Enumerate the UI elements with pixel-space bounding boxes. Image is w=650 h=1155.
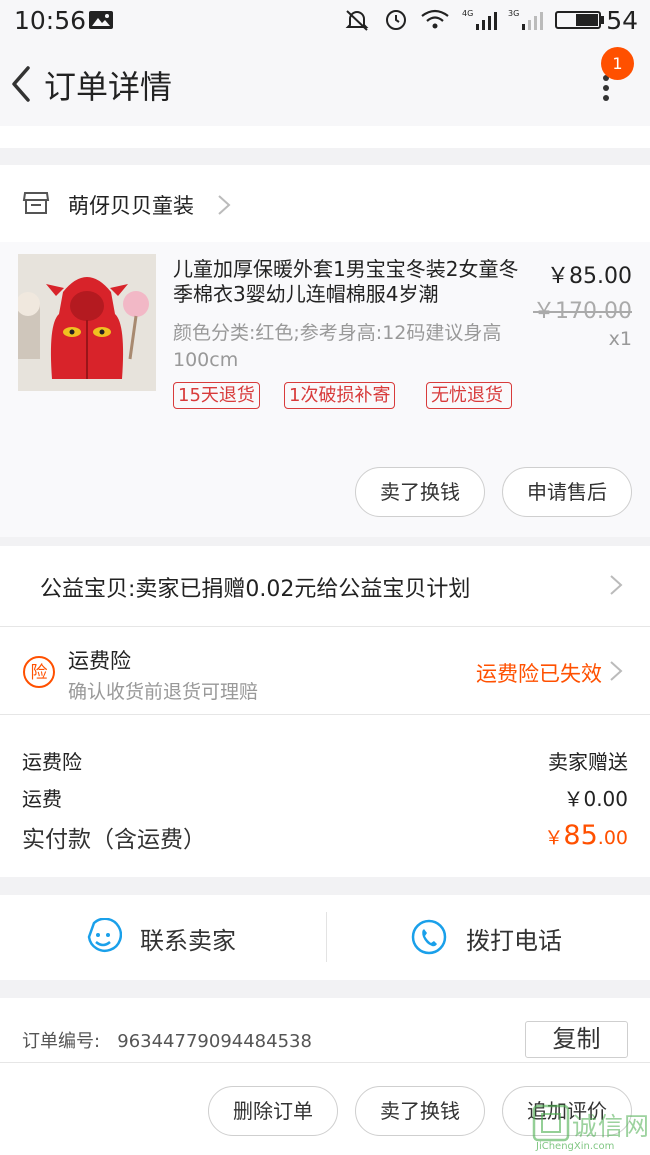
fee-label-insurance: 运费险 xyxy=(22,750,82,774)
insurance-icon: 险 xyxy=(23,656,55,688)
tag-damage-reissue: 1次破损补寄 xyxy=(284,382,396,409)
page-title: 订单详情 xyxy=(44,68,173,106)
back-arrow-icon[interactable] xyxy=(6,64,36,104)
call-phone-button[interactable]: 拨打电话 xyxy=(466,921,562,956)
signal-4g-icon: 4G xyxy=(462,9,497,30)
sell-for-cash-button[interactable]: 卖了换钱 xyxy=(355,467,485,517)
bell-mute-icon xyxy=(345,10,369,31)
product-original-price: ￥170.00 xyxy=(533,299,632,324)
phone-icon[interactable] xyxy=(410,918,448,956)
copy-button[interactable]: 复制 xyxy=(525,1021,628,1058)
status-bar: 10:56 4G 3G 54 xyxy=(0,0,650,40)
battery-icon xyxy=(555,11,604,29)
chevron-right-icon[interactable] xyxy=(216,193,232,217)
after-sale-button[interactable]: 申请售后 xyxy=(502,467,632,517)
nav-bar: 订单详情 1 xyxy=(0,40,650,126)
coat-image xyxy=(18,254,156,391)
battery-level: 54 xyxy=(606,6,638,35)
tag-worry-free-return: 无忧退货 xyxy=(426,382,512,409)
wifi-icon xyxy=(421,9,449,29)
fee-label-shipping: 运费 xyxy=(22,787,62,811)
divider xyxy=(326,912,327,962)
watermark-text: 诚信网 xyxy=(572,1112,650,1141)
order-number: 订单编号: 96344779094484538 xyxy=(22,1031,312,1052)
svg-text:险: 险 xyxy=(31,663,48,683)
chevron-right-icon xyxy=(610,661,623,681)
shop-name[interactable]: 萌伢贝贝童装 xyxy=(68,190,194,220)
chat-smile-icon[interactable] xyxy=(84,918,122,956)
product-price: ￥85.00 xyxy=(547,264,632,289)
chevron-right-icon xyxy=(610,575,623,595)
insurance-subtitle: 确认收货前退货可理赔 xyxy=(68,681,259,703)
shop-icon xyxy=(22,192,50,214)
product-quantity: x1 xyxy=(608,328,632,350)
sell-for-cash-button[interactable]: 卖了换钱 xyxy=(355,1086,485,1136)
charity-text: 公益宝贝:卖家已捐赠0.02元给公益宝贝计划 xyxy=(40,577,471,602)
svg-text:4G: 4G xyxy=(462,9,473,18)
insurance-title: 运费险 xyxy=(68,649,131,673)
alarm-icon xyxy=(386,10,406,30)
status-strip xyxy=(0,126,650,148)
tag-return-15-days: 15天退货 xyxy=(173,382,260,409)
status-time: 10:56 xyxy=(14,6,87,35)
svg-text:3G: 3G xyxy=(508,9,519,18)
total-paid-label: 实付款（含运费） xyxy=(22,827,206,853)
product-image[interactable] xyxy=(18,254,156,391)
gallery-icon xyxy=(89,11,113,29)
contact-seller-button[interactable]: 联系卖家 xyxy=(140,921,236,956)
fee-value-shipping: ￥0.00 xyxy=(563,787,628,811)
notification-badge: 1 xyxy=(601,47,634,80)
delete-order-button[interactable]: 删除订单 xyxy=(208,1086,338,1136)
insurance-status: 运费险已失效 xyxy=(476,662,602,686)
product-spec: 颜色分类:红色;参考身高:12码建议身高100cm xyxy=(173,322,502,371)
total-paid-value: ￥85.00 xyxy=(544,820,628,851)
signal-3g-icon: 3G xyxy=(508,9,543,30)
fee-value-insurance: 卖家赠送 xyxy=(548,750,628,774)
product-title[interactable]: 儿童加厚保暖外套1男宝宝冬装2女童冬季棉衣3婴幼儿连帽棉服4岁潮 xyxy=(173,257,528,307)
watermark-url: JiChengXin.com xyxy=(536,1141,615,1152)
